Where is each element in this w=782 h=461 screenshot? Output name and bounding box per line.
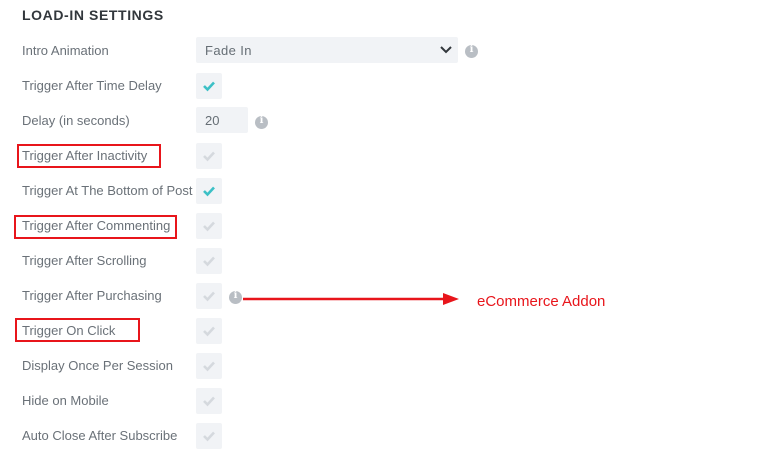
row-delay-seconds: Delay (in seconds) 20 i: [0, 106, 500, 136]
checkmark-icon: [203, 396, 215, 407]
row-label: Trigger After Scrolling: [22, 253, 147, 268]
row-label: Auto Close After Subscribe: [22, 428, 178, 443]
checkmark-icon: [203, 361, 215, 372]
select-value: Fade In: [205, 43, 252, 58]
trigger-after-time-delay-checkbox[interactable]: [196, 73, 222, 99]
row-label: Trigger At The Bottom of Post: [22, 183, 193, 198]
row-trigger-bottom-of-post: Trigger At The Bottom of Post: [0, 176, 500, 206]
row-trigger-after-scrolling: Trigger After Scrolling: [0, 246, 500, 276]
checkmark-icon: [203, 186, 215, 197]
trigger-on-click-checkbox[interactable]: [196, 318, 222, 344]
info-icon[interactable]: i: [229, 290, 242, 304]
trigger-after-commenting-checkbox[interactable]: [196, 213, 222, 239]
intro-animation-select[interactable]: Fade In: [196, 37, 458, 63]
row-label: Trigger After Purchasing: [22, 288, 162, 303]
ecommerce-addon-annotation: eCommerce Addon: [477, 293, 606, 310]
trigger-after-scrolling-checkbox[interactable]: [196, 248, 222, 274]
row-auto-close-after-subscribe: Auto Close After Subscribe: [0, 421, 500, 451]
input-value: 20: [205, 113, 220, 128]
info-icon[interactable]: i: [255, 115, 268, 129]
row-label: Delay (in seconds): [22, 113, 130, 128]
checkmark-icon: [203, 431, 215, 442]
checkmark-icon: [203, 326, 215, 337]
hide-on-mobile-checkbox[interactable]: [196, 388, 222, 414]
section-title: LOAD-IN SETTINGS: [22, 7, 164, 23]
trigger-after-inactivity-checkbox[interactable]: [196, 143, 222, 169]
highlight-box-commenting: [14, 215, 177, 239]
arrow-right-icon: [243, 293, 459, 305]
checkmark-icon: [203, 221, 215, 232]
trigger-after-purchasing-checkbox[interactable]: [196, 283, 222, 309]
checkmark-icon: [203, 151, 215, 162]
highlight-box-on-click: [15, 318, 140, 342]
auto-close-after-subscribe-checkbox[interactable]: [196, 423, 222, 449]
checkmark-icon: [203, 81, 215, 92]
checkmark-icon: [203, 256, 215, 267]
trigger-bottom-of-post-checkbox[interactable]: [196, 178, 222, 204]
row-label: Display Once Per Session: [22, 358, 174, 373]
row-trigger-after-time-delay: Trigger After Time Delay: [0, 71, 500, 101]
highlight-box-inactivity: [17, 144, 161, 168]
delay-seconds-input[interactable]: 20: [196, 107, 248, 133]
info-icon[interactable]: i: [465, 44, 478, 58]
row-label: Hide on Mobile: [22, 393, 109, 408]
chevron-down-icon: [440, 46, 452, 54]
row-label: Intro Animation: [22, 43, 109, 58]
checkmark-icon: [203, 291, 215, 302]
row-intro-animation: Intro Animation Fade In i: [0, 36, 500, 66]
row-display-once-per-session: Display Once Per Session: [0, 351, 500, 381]
row-label: Trigger After Time Delay: [22, 78, 162, 93]
display-once-per-session-checkbox[interactable]: [196, 353, 222, 379]
row-hide-on-mobile: Hide on Mobile: [0, 386, 500, 416]
